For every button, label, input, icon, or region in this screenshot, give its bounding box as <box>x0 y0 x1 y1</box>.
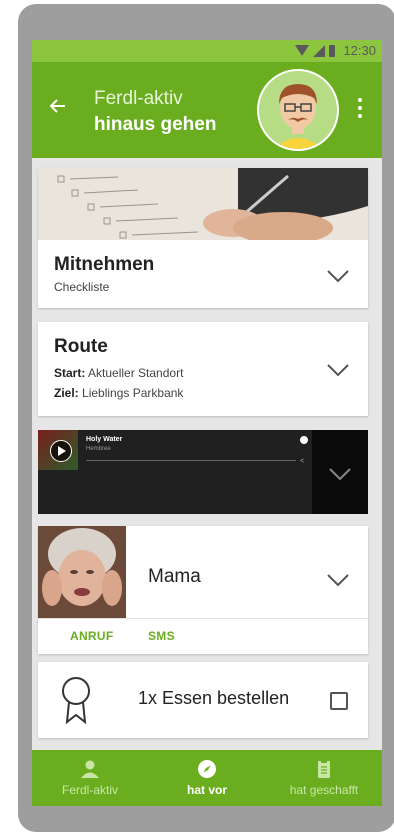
nav-item-hat-vor[interactable]: hat vor <box>149 750 265 806</box>
app-bar-subtitle: Ferdl-aktiv <box>94 88 183 109</box>
back-button[interactable] <box>46 96 70 120</box>
signal-icon <box>313 44 326 57</box>
checklist-image <box>38 168 368 240</box>
status-time: 12:30 <box>343 43 376 58</box>
arrow-left-icon <box>49 99 65 113</box>
nav-item-hat-geschafft[interactable]: hat geschafft <box>266 750 382 806</box>
play-icon[interactable] <box>50 440 72 462</box>
route-start-value: Aktueller Standort <box>88 366 184 380</box>
music-expand-button[interactable] <box>312 430 368 514</box>
card-title-route: Route <box>54 336 108 357</box>
track-artist: Hembree <box>86 446 111 452</box>
task-text: 1x Essen bestellen <box>138 688 290 708</box>
chevron-down-icon[interactable] <box>326 362 350 378</box>
chevron-down-icon[interactable] <box>326 268 350 284</box>
card-route[interactable]: Route Start: Aktueller Standort Ziel: Li… <box>38 322 368 416</box>
task-checkbox[interactable] <box>330 692 348 710</box>
person-icon <box>81 760 99 778</box>
app-bar: Ferdl-aktiv hinaus gehen <box>32 62 382 158</box>
nav-label: hat geschafft <box>289 783 359 797</box>
page-title: hinaus gehen <box>94 114 217 135</box>
bottom-nav: Ferdl-aktiv hat vor hat geschafft <box>32 750 382 806</box>
card-subtitle-mitnehmen: Checkliste <box>54 280 110 294</box>
sms-button[interactable]: SMS <box>148 629 175 643</box>
wifi-icon <box>295 45 310 56</box>
status-bar: 12:30 <box>32 40 382 62</box>
card-title-mitnehmen: Mitnehmen <box>54 254 155 275</box>
card-mitnehmen[interactable]: Mitnehmen Checkliste <box>38 168 368 308</box>
more-menu-button[interactable] <box>350 94 370 122</box>
nav-item-ferdl-aktiv[interactable]: Ferdl-aktiv <box>32 750 148 806</box>
battery-icon <box>329 44 336 57</box>
more-vert-icon <box>358 98 362 102</box>
card-music-player[interactable]: Holy Water Hembree < <box>38 430 368 514</box>
card-task[interactable]: 1x Essen bestellen <box>38 662 368 738</box>
contact-name: Mama <box>148 566 201 587</box>
chevron-down-icon[interactable] <box>326 572 350 588</box>
call-button[interactable]: ANRUF <box>70 629 114 643</box>
clipboard-icon <box>318 760 330 778</box>
route-start: Start: Aktueller Standort <box>54 366 183 380</box>
screen: 12:30 Ferdl-aktiv hinaus gehen Mitnehmen… <box>32 40 382 806</box>
route-ziel-value: Lieblings Parkbank <box>82 386 184 400</box>
track-progress-bar[interactable] <box>86 460 296 461</box>
track-title: Holy Water <box>86 436 123 443</box>
contact-actions: ANRUF SMS <box>38 618 368 655</box>
chevron-down-icon <box>329 468 351 481</box>
compass-icon <box>198 760 216 778</box>
share-icon[interactable]: < <box>300 458 304 465</box>
card-contact[interactable]: Mama ANRUF SMS <box>38 526 368 654</box>
phone-frame: 12:30 Ferdl-aktiv hinaus gehen Mitnehmen… <box>18 4 394 832</box>
nav-label: hat vor <box>186 783 227 797</box>
route-ziel: Ziel: Lieblings Parkbank <box>54 386 183 400</box>
contact-photo <box>38 526 126 618</box>
award-icon <box>62 677 90 724</box>
nav-label: Ferdl-aktiv <box>61 783 118 797</box>
route-ziel-label: Ziel: <box>54 386 79 400</box>
route-start-label: Start: <box>54 366 86 380</box>
avatar[interactable] <box>256 68 340 152</box>
music-logo-icon <box>300 436 308 444</box>
music-embed[interactable]: Holy Water Hembree < <box>38 430 312 514</box>
